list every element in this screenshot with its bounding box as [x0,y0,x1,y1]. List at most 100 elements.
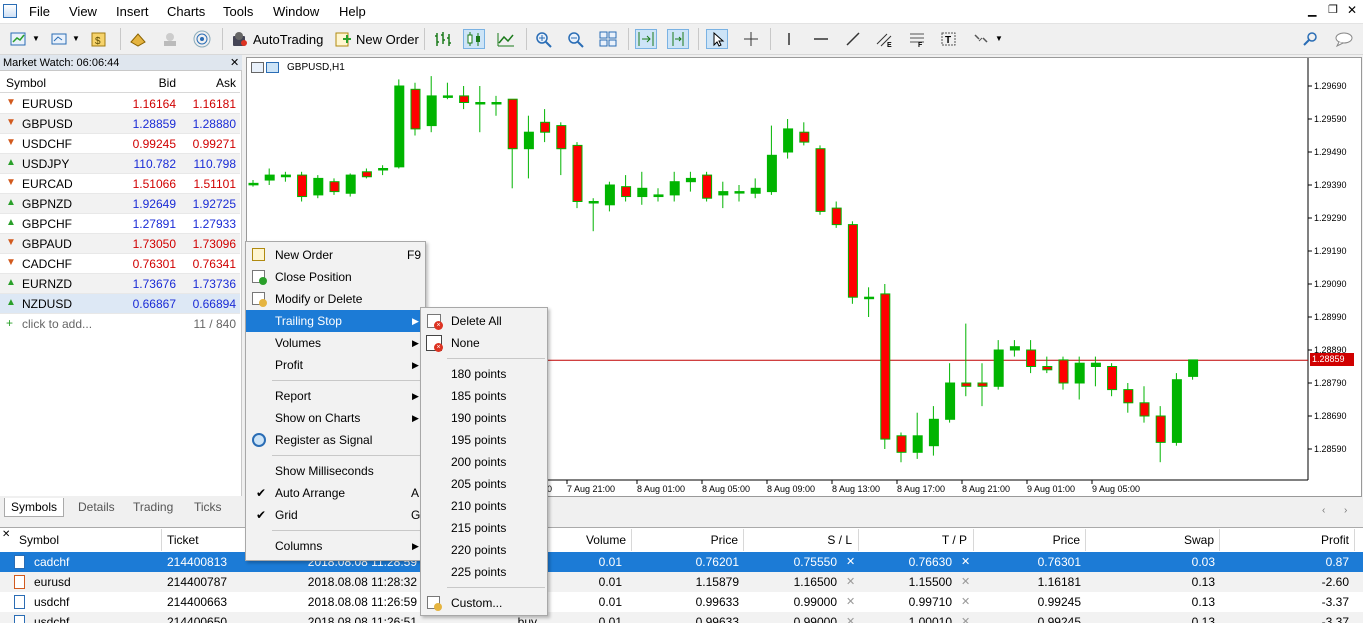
remove-sl-icon[interactable]: ✕ [846,615,855,623]
menu-item-auto-arrange[interactable]: ✔ Auto Arrange A [246,482,425,504]
column-header-tp[interactable]: T / P [859,529,974,551]
terminal-icon[interactable] [159,29,181,49]
text-icon[interactable]: T [938,29,960,49]
column-header-ask[interactable]: Ask [180,76,236,90]
table-row[interactable]: cadchf 214400813 2018.08.08 11:28:59 0.01 0.… [0,552,1363,572]
menu-item-volumes[interactable]: Volumes ▶ [246,332,425,354]
column-header-profit[interactable]: Profit [1220,529,1355,551]
cursor-icon[interactable] [706,29,728,49]
navigator-icon[interactable] [127,29,149,49]
menu-charts[interactable]: Charts [167,4,205,19]
market-watch-row[interactable]: ▼ CADCHF 0.76301 0.76341 [0,254,240,274]
menu-item-profit[interactable]: Profit ▶ [246,354,425,376]
menu-item-points[interactable]: 200 points [421,451,547,473]
line-chart-icon[interactable] [495,29,517,49]
zoom-out-icon[interactable] [565,29,587,49]
horizontal-line-icon[interactable] [810,29,832,49]
chevron-down-icon[interactable]: ▼ [32,34,40,43]
menu-item-modify-or-delete[interactable]: Modify or Delete [246,288,425,310]
menu-view[interactable]: View [69,4,97,19]
menu-item-points[interactable]: 180 points [421,363,547,385]
remove-sl-icon[interactable]: ✕ [846,575,855,588]
crosshair-icon[interactable] [740,29,762,49]
tab-symbols[interactable]: Symbols [4,498,65,517]
vertical-line-icon[interactable] [778,29,800,49]
menu-item-points[interactable]: 225 points [421,561,547,583]
column-header-symbol[interactable]: Symbol [6,76,46,90]
bar-chart-icon[interactable] [431,29,453,49]
close-icon[interactable]: ✕ [2,529,10,540]
menu-file[interactable]: File [29,4,50,19]
market-watch-row[interactable]: ▲ EURNZD 1.73676 1.73736 [0,274,240,294]
fibonacci-icon[interactable]: F [906,29,928,49]
arrows-icon[interactable] [970,29,992,49]
menu-item-points[interactable]: 195 points [421,429,547,451]
menu-item-points[interactable]: 215 points [421,517,547,539]
search-icon[interactable] [1300,29,1322,49]
column-header-bid[interactable]: Bid [120,76,176,90]
menu-item-delete-all[interactable]: × Delete All [421,310,547,332]
autoscroll-icon[interactable] [667,29,689,49]
menu-item-points[interactable]: 185 points [421,385,547,407]
tab-ticks[interactable]: Ticks [188,498,228,517]
market-watch-row[interactable]: ▼ GBPAUD 1.73050 1.73096 [0,234,240,254]
chevron-left-icon[interactable]: ‹ [1322,505,1325,516]
table-row[interactable]: eurusd 214400787 2018.08.08 11:28:32 0.01 1.… [0,572,1363,592]
chat-icon[interactable] [1333,29,1355,49]
menu-item-trailing-stop[interactable]: Trailing Stop ▶ [246,310,425,332]
menu-item-close-position[interactable]: Close Position [246,266,425,288]
restore-icon[interactable]: ❐ [1328,3,1338,16]
market-watch-row[interactable]: ▼ EURCAD 1.51066 1.51101 [0,174,240,194]
remove-tp-icon[interactable]: ✕ [961,595,970,608]
menu-help[interactable]: Help [339,4,366,19]
profiles-icon[interactable] [48,29,70,49]
equidistant-channel-icon[interactable]: E [874,29,896,49]
table-row[interactable]: usdchf 214400650 2018.08.08 11:26:51 buy 0.0… [0,612,1363,623]
menu-item-new-order[interactable]: New Order F9 [246,244,425,266]
chevron-down-icon[interactable]: ▼ [72,34,80,43]
column-header-swap[interactable]: Swap [1086,529,1220,551]
remove-tp-icon[interactable]: ✕ [961,615,970,623]
market-watch-row[interactable]: ▼ GBPUSD 1.28859 1.28880 [0,114,240,134]
column-header-symbol[interactable]: Symbol [12,529,162,551]
remove-tp-icon[interactable]: ✕ [961,555,970,568]
remove-sl-icon[interactable]: ✕ [846,595,855,608]
menu-item-custom[interactable]: Custom... [421,592,547,614]
market-watch-icon[interactable]: $ [88,29,110,49]
market-watch-row[interactable]: ▲ GBPCHF 1.27891 1.27933 [0,214,240,234]
menu-tools[interactable]: Tools [223,4,253,19]
minimize-icon[interactable]: ▁ [1308,4,1316,17]
market-watch-row[interactable]: ▲ NZDUSD 0.66867 0.66894 [0,294,240,314]
chevron-right-icon[interactable]: › [1344,505,1347,516]
menu-item-points[interactable]: 205 points [421,473,547,495]
market-watch-row[interactable]: ▲ GBPNZD 1.92649 1.92725 [0,194,240,214]
menu-insert[interactable]: Insert [116,4,149,19]
menu-window[interactable]: Window [273,4,319,19]
table-row[interactable]: usdchf 214400663 2018.08.08 11:26:59 0.01 0.… [0,592,1363,612]
menu-item-points[interactable]: 190 points [421,407,547,429]
menu-item-points[interactable]: 220 points [421,539,547,561]
close-icon[interactable]: ✕ [1347,3,1357,17]
menu-item-grid[interactable]: ✔ Grid G [246,504,425,526]
close-icon[interactable]: ✕ [230,56,239,69]
candlestick-icon[interactable] [463,29,485,49]
market-watch-row[interactable]: ▼ USDCHF 0.99245 0.99271 [0,134,240,154]
menu-item-register-as-signal[interactable]: Register as Signal [246,429,425,451]
new-chart-icon[interactable] [8,29,30,49]
chevron-down-icon[interactable]: ▼ [995,34,1003,43]
zoom-in-icon[interactable] [533,29,555,49]
remove-tp-icon[interactable]: ✕ [961,575,970,588]
chart-shift-icon[interactable] [635,29,657,49]
menu-item-none[interactable]: × None [421,332,547,354]
add-symbol-row[interactable]: + click to add... 11 / 840 [0,314,240,334]
new-order-button[interactable]: New Order [333,28,419,50]
menu-item-columns[interactable]: Columns ▶ [246,535,425,557]
signals-icon[interactable] [191,29,213,49]
tab-details[interactable]: Details [72,498,121,517]
column-header-sl[interactable]: S / L [744,529,859,551]
menu-item-report[interactable]: Report ▶ [246,385,425,407]
column-header-price[interactable]: Price [632,529,744,551]
trendline-icon[interactable] [842,29,864,49]
menu-item-points[interactable]: 210 points [421,495,547,517]
tile-windows-icon[interactable] [597,29,619,49]
